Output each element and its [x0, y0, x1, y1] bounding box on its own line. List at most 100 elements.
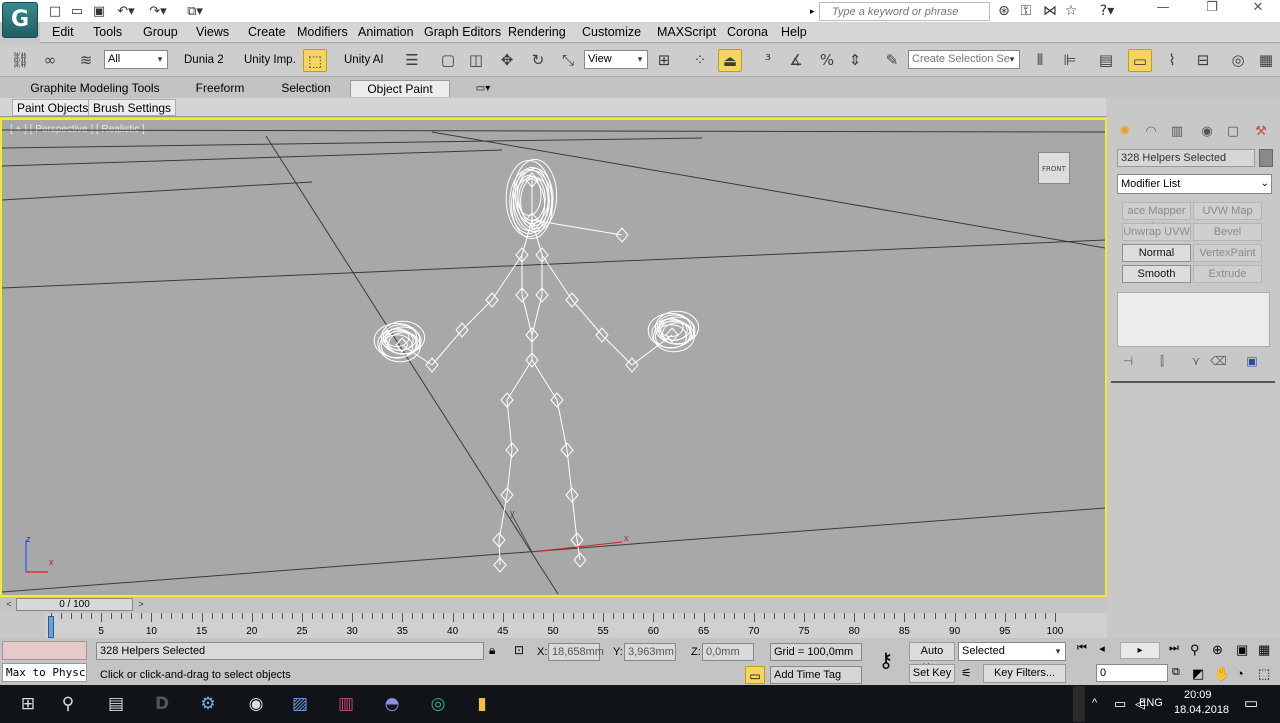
show-end-result-icon[interactable]: ⫿	[1154, 354, 1170, 369]
angle-snap-icon[interactable]: ∡	[784, 49, 808, 72]
play-icon[interactable]: ▸	[1120, 642, 1160, 659]
create-tab-icon[interactable]: ✺	[1115, 122, 1135, 142]
clock-date[interactable]: 18.04.2018	[1174, 704, 1229, 716]
language-indicator[interactable]: ENG	[1139, 697, 1163, 709]
orbit-icon[interactable]: ◔	[1236, 666, 1252, 681]
time-config-icon[interactable]: ⧉	[1172, 666, 1188, 679]
close-icon[interactable]: ✕	[1235, 0, 1280, 22]
set-key-icon[interactable]: ⚷	[868, 648, 904, 676]
key-mode-dropdown[interactable]: Selected ▾	[958, 642, 1066, 661]
app-logo[interactable]: G	[2, 2, 38, 38]
menu-views[interactable]: Views	[196, 25, 229, 39]
window-crossing-icon[interactable]: ◫	[464, 49, 488, 72]
connect-icon[interactable]: ⋈	[1040, 3, 1060, 20]
add-time-tag-button[interactable]: Add Time Tag	[770, 666, 862, 684]
menu-customize[interactable]: Customize	[582, 25, 641, 39]
tab-object-paint[interactable]: Object Paint	[350, 80, 450, 97]
move-icon[interactable]: ✥	[495, 49, 519, 72]
winrar-icon[interactable]: ▥	[330, 690, 362, 718]
object-name-field[interactable]: 328 Helpers Selected	[1117, 149, 1255, 167]
zoom-extents-all-icon[interactable]: ▦	[1258, 642, 1274, 658]
scale-icon[interactable]: ⤡	[556, 49, 580, 72]
go-to-start-icon[interactable]: ⏮	[1074, 642, 1090, 655]
rotate-icon[interactable]: ↻	[526, 49, 550, 72]
menu-help[interactable]: Help	[781, 25, 807, 39]
steam-icon[interactable]: ⚙	[192, 690, 224, 718]
current-frame-field[interactable]: 0	[1096, 664, 1168, 682]
z-coord-field[interactable]: 0,0mm	[702, 643, 754, 661]
menu-animation[interactable]: Animation	[358, 25, 414, 39]
zoom-icon[interactable]: ⚲	[1190, 642, 1206, 658]
time-slider-prev-icon[interactable]: <	[2, 598, 16, 611]
select-by-name-icon[interactable]: ☰	[400, 49, 424, 72]
snaps-toggle-icon[interactable]: ³	[756, 49, 780, 72]
new-file-icon[interactable]: □	[46, 3, 64, 20]
modify-tab-icon[interactable]: ◠	[1141, 122, 1161, 142]
menu-tools[interactable]: Tools	[93, 25, 122, 39]
key-icon[interactable]: ⚿	[1016, 3, 1036, 20]
discord-icon[interactable]: ◓	[376, 690, 408, 718]
menu-modifiers[interactable]: Modifiers	[297, 25, 348, 39]
schematic-view-icon[interactable]: ⊟	[1191, 49, 1215, 72]
modifier-button-smooth[interactable]: Smooth	[1122, 265, 1191, 283]
star-icon[interactable]: ☆	[1061, 3, 1081, 20]
open-folder-icon[interactable]: ▭	[68, 3, 86, 20]
folder-icon[interactable]: ▮	[466, 690, 498, 718]
tab-freeform[interactable]: Freeform	[180, 80, 260, 97]
named-selection-dropdown[interactable]: Create Selection Se ▾	[908, 50, 1020, 69]
selection-filter-dropdown[interactable]: All ▾	[104, 50, 168, 69]
menu-edit[interactable]: Edit	[52, 25, 74, 39]
pin-stack-icon[interactable]: ⊣	[1120, 354, 1136, 369]
image-editor-icon[interactable]: ▨	[284, 690, 316, 718]
remove-modifier-icon[interactable]: ⌫	[1210, 354, 1227, 369]
pivot-center-icon[interactable]: ⊞	[652, 49, 676, 72]
modifier-stack[interactable]	[1117, 292, 1270, 347]
modifier-button-uvw-map[interactable]: UVW Map	[1193, 202, 1262, 220]
unlink-icon[interactable]: ∞	[38, 49, 62, 72]
configure-modifier-sets-icon[interactable]: ▣	[1244, 354, 1260, 369]
motion-tab-icon[interactable]: ◉	[1197, 122, 1217, 142]
file-explorer-icon[interactable]: ▤	[100, 690, 132, 718]
graphite-toggle-icon[interactable]: ▭	[1128, 49, 1152, 72]
menu-graph-editors[interactable]: Graph Editors	[424, 25, 501, 39]
go-to-end-icon[interactable]: ⏭	[1166, 642, 1182, 655]
viewcube[interactable]: FRONT	[1038, 152, 1070, 184]
network-icon[interactable]: ▭	[1114, 696, 1126, 712]
y-coord-field[interactable]: 3,963mm	[624, 643, 676, 661]
binoculars-icon[interactable]: ⊛	[994, 3, 1014, 20]
auto-key-button[interactable]: Auto Key	[909, 642, 955, 674]
render-setup-icon[interactable]: ▦	[1254, 49, 1278, 72]
clock-time[interactable]: 20:09	[1184, 689, 1212, 701]
zoom-all-icon[interactable]: ⊕	[1212, 642, 1228, 658]
unity-ai-button[interactable]: Unity AI	[344, 54, 384, 66]
time-slider[interactable]: 0 / 100	[16, 598, 133, 611]
link-icon[interactable]: ⛓	[8, 49, 32, 72]
modifier-button-face-mapper[interactable]: ace Mapper (W	[1122, 202, 1191, 233]
search-expand-icon[interactable]: ▸	[810, 3, 819, 20]
keyboard-shortcut-override-icon[interactable]: ⏏	[718, 49, 742, 72]
search-box[interactable]	[819, 2, 990, 21]
windows-start-icon[interactable]: ⊞	[12, 690, 44, 718]
app-d-icon[interactable]: D	[146, 690, 178, 718]
search-icon[interactable]: ⚲	[52, 690, 84, 718]
time-slider-next-icon[interactable]: >	[134, 598, 148, 611]
undo-icon[interactable]: ↶▾	[113, 3, 139, 20]
previous-frame-icon[interactable]: ◂	[1094, 642, 1110, 655]
maxscript-mini-listener[interactable]: Max to Physc	[2, 663, 87, 682]
material-editor-icon[interactable]: ◎	[1226, 49, 1250, 72]
tab-graphite-modeling-tools[interactable]: Graphite Modeling Tools	[20, 80, 170, 97]
menu-rendering[interactable]: Rendering	[508, 25, 566, 39]
modifier-button-vertexpaint[interactable]: VertexPaint	[1193, 244, 1262, 262]
key-filter-icon[interactable]: ⚟	[961, 666, 979, 680]
utilities-tab-icon[interactable]: ⚒	[1251, 122, 1271, 142]
save-icon[interactable]: ▣	[90, 3, 108, 20]
redo-icon[interactable]: ↷▾	[145, 3, 171, 20]
perspective-viewport[interactable]: [ + ] [ Perspective ] [ Realistic ] z x …	[0, 118, 1107, 597]
game-icon[interactable]: ◉	[240, 690, 272, 718]
help-icon[interactable]: ?▾	[1092, 3, 1122, 20]
modifier-button-normal[interactable]: Normal	[1122, 244, 1191, 262]
rectangular-selection-icon[interactable]: ▢	[436, 49, 460, 72]
key-filters-button[interactable]: Key Filters...	[983, 664, 1066, 683]
reference-coordinate-dropdown[interactable]: View ▾	[584, 50, 648, 69]
align-icon[interactable]: ⊫	[1058, 49, 1082, 72]
